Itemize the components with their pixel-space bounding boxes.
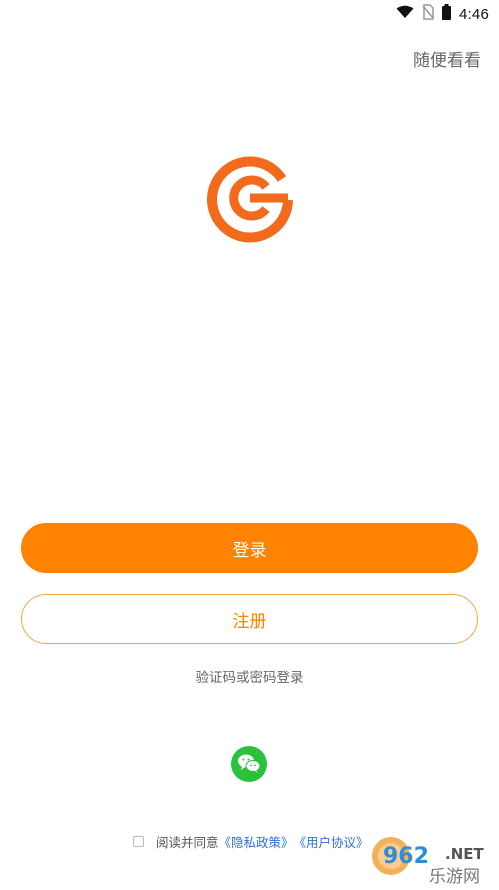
watermark-number: 962 bbox=[383, 844, 429, 869]
browse-link[interactable]: 随便看看 bbox=[413, 46, 481, 71]
agreement-row: 阅读并同意 《隐私政策》 《用户协议》 bbox=[133, 832, 369, 851]
battery-icon bbox=[442, 4, 451, 24]
register-button-label: 注册 bbox=[232, 611, 267, 632]
status-bar: 4:46 bbox=[0, 0, 499, 28]
wechat-icon[interactable] bbox=[231, 746, 267, 782]
site-watermark: 962 .NET 乐游网 bbox=[367, 832, 495, 887]
watermark-suffix: .NET bbox=[445, 845, 484, 863]
login-button[interactable]: 登录 bbox=[21, 523, 478, 573]
code-or-password-login-link[interactable]: 验证码或密码登录 bbox=[0, 666, 499, 686]
register-button[interactable]: 注册 bbox=[21, 594, 478, 644]
status-icons: 4:46 bbox=[396, 4, 489, 24]
privacy-policy-link[interactable]: 《隐私政策》 bbox=[219, 832, 294, 851]
wifi-icon bbox=[396, 5, 414, 23]
agreement-checkbox[interactable] bbox=[133, 836, 144, 847]
login-button-label: 登录 bbox=[232, 540, 267, 561]
no-sim-icon bbox=[422, 4, 434, 24]
app-logo bbox=[204, 152, 296, 244]
status-time: 4:46 bbox=[459, 5, 489, 23]
user-agreement-link[interactable]: 《用户协议》 bbox=[294, 832, 369, 851]
agreement-prefix: 阅读并同意 bbox=[156, 835, 219, 850]
watermark-sub: 乐游网 bbox=[429, 867, 480, 886]
